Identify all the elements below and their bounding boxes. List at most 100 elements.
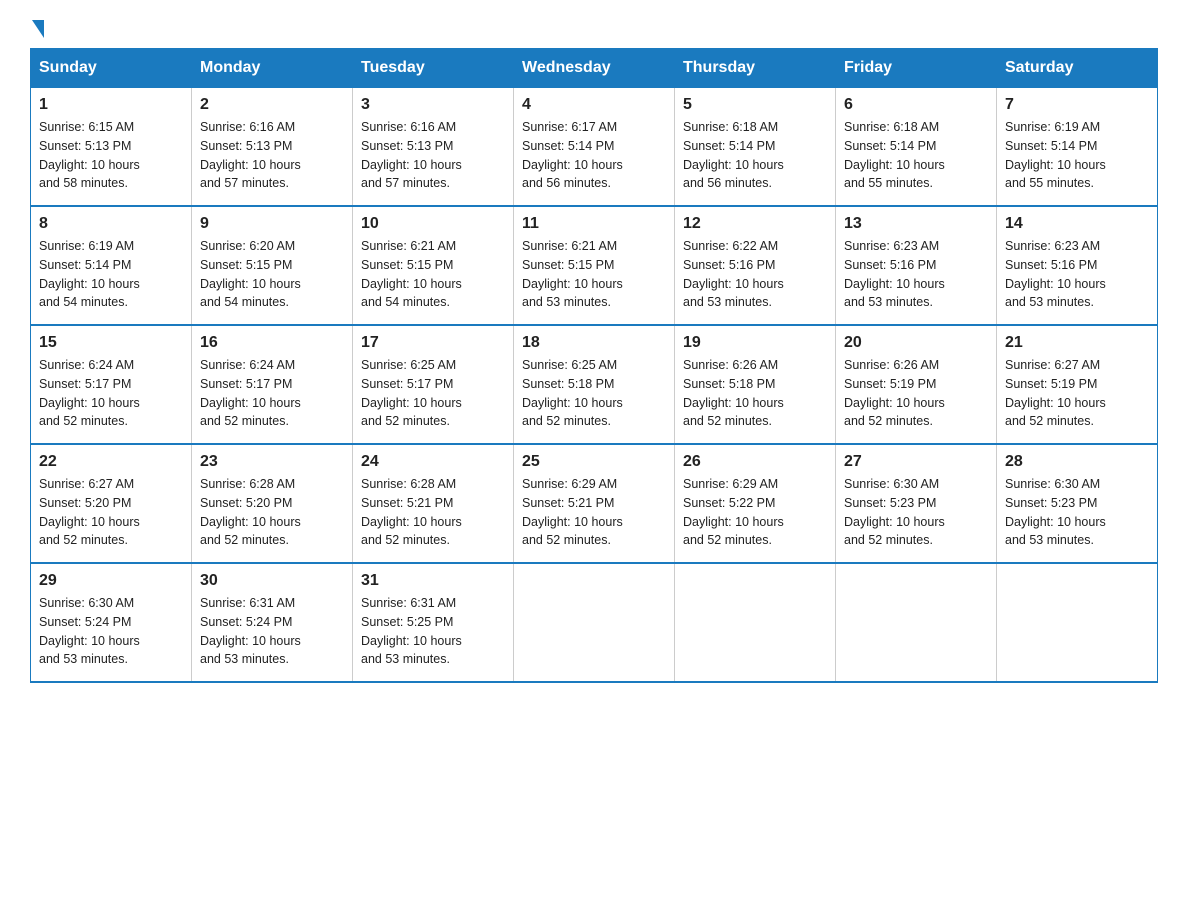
logo <box>30 20 46 38</box>
day-number: 31 <box>361 572 505 590</box>
day-number: 1 <box>39 96 183 114</box>
calendar-cell: 25 Sunrise: 6:29 AMSunset: 5:21 PMDaylig… <box>514 444 675 563</box>
calendar-cell <box>997 563 1158 682</box>
calendar-cell: 30 Sunrise: 6:31 AMSunset: 5:24 PMDaylig… <box>192 563 353 682</box>
calendar-cell: 29 Sunrise: 6:30 AMSunset: 5:24 PMDaylig… <box>31 563 192 682</box>
calendar-cell: 15 Sunrise: 6:24 AMSunset: 5:17 PMDaylig… <box>31 325 192 444</box>
calendar-cell: 22 Sunrise: 6:27 AMSunset: 5:20 PMDaylig… <box>31 444 192 563</box>
day-info: Sunrise: 6:15 AMSunset: 5:13 PMDaylight:… <box>39 118 183 193</box>
calendar-cell: 12 Sunrise: 6:22 AMSunset: 5:16 PMDaylig… <box>675 206 836 325</box>
day-number: 27 <box>844 453 988 471</box>
page-header <box>30 20 1158 38</box>
day-number: 21 <box>1005 334 1149 352</box>
day-info: Sunrise: 6:18 AMSunset: 5:14 PMDaylight:… <box>683 118 827 193</box>
day-number: 13 <box>844 215 988 233</box>
calendar-header-row: SundayMondayTuesdayWednesdayThursdayFrid… <box>31 49 1158 88</box>
day-info: Sunrise: 6:31 AMSunset: 5:25 PMDaylight:… <box>361 594 505 669</box>
calendar-cell: 1 Sunrise: 6:15 AMSunset: 5:13 PMDayligh… <box>31 88 192 207</box>
calendar-cell: 19 Sunrise: 6:26 AMSunset: 5:18 PMDaylig… <box>675 325 836 444</box>
day-info: Sunrise: 6:20 AMSunset: 5:15 PMDaylight:… <box>200 237 344 312</box>
col-header-thursday: Thursday <box>675 49 836 88</box>
calendar-cell: 11 Sunrise: 6:21 AMSunset: 5:15 PMDaylig… <box>514 206 675 325</box>
calendar-cell: 3 Sunrise: 6:16 AMSunset: 5:13 PMDayligh… <box>353 88 514 207</box>
day-info: Sunrise: 6:16 AMSunset: 5:13 PMDaylight:… <box>361 118 505 193</box>
day-number: 28 <box>1005 453 1149 471</box>
day-number: 6 <box>844 96 988 114</box>
calendar-cell <box>675 563 836 682</box>
day-info: Sunrise: 6:30 AMSunset: 5:24 PMDaylight:… <box>39 594 183 669</box>
calendar-cell: 23 Sunrise: 6:28 AMSunset: 5:20 PMDaylig… <box>192 444 353 563</box>
day-number: 30 <box>200 572 344 590</box>
day-number: 29 <box>39 572 183 590</box>
day-info: Sunrise: 6:19 AMSunset: 5:14 PMDaylight:… <box>1005 118 1149 193</box>
calendar-cell: 20 Sunrise: 6:26 AMSunset: 5:19 PMDaylig… <box>836 325 997 444</box>
col-header-wednesday: Wednesday <box>514 49 675 88</box>
calendar-cell: 4 Sunrise: 6:17 AMSunset: 5:14 PMDayligh… <box>514 88 675 207</box>
calendar-cell: 5 Sunrise: 6:18 AMSunset: 5:14 PMDayligh… <box>675 88 836 207</box>
day-number: 15 <box>39 334 183 352</box>
day-number: 23 <box>200 453 344 471</box>
day-info: Sunrise: 6:28 AMSunset: 5:21 PMDaylight:… <box>361 475 505 550</box>
calendar-cell: 2 Sunrise: 6:16 AMSunset: 5:13 PMDayligh… <box>192 88 353 207</box>
day-number: 3 <box>361 96 505 114</box>
day-number: 5 <box>683 96 827 114</box>
day-info: Sunrise: 6:31 AMSunset: 5:24 PMDaylight:… <box>200 594 344 669</box>
day-info: Sunrise: 6:30 AMSunset: 5:23 PMDaylight:… <box>844 475 988 550</box>
day-info: Sunrise: 6:26 AMSunset: 5:18 PMDaylight:… <box>683 356 827 431</box>
calendar-cell: 24 Sunrise: 6:28 AMSunset: 5:21 PMDaylig… <box>353 444 514 563</box>
calendar-cell: 18 Sunrise: 6:25 AMSunset: 5:18 PMDaylig… <box>514 325 675 444</box>
day-number: 22 <box>39 453 183 471</box>
day-number: 26 <box>683 453 827 471</box>
calendar-cell: 8 Sunrise: 6:19 AMSunset: 5:14 PMDayligh… <box>31 206 192 325</box>
day-number: 25 <box>522 453 666 471</box>
day-info: Sunrise: 6:25 AMSunset: 5:18 PMDaylight:… <box>522 356 666 431</box>
day-number: 18 <box>522 334 666 352</box>
day-number: 17 <box>361 334 505 352</box>
calendar-table: SundayMondayTuesdayWednesdayThursdayFrid… <box>30 48 1158 683</box>
calendar-cell: 31 Sunrise: 6:31 AMSunset: 5:25 PMDaylig… <box>353 563 514 682</box>
day-number: 2 <box>200 96 344 114</box>
day-info: Sunrise: 6:25 AMSunset: 5:17 PMDaylight:… <box>361 356 505 431</box>
day-info: Sunrise: 6:29 AMSunset: 5:21 PMDaylight:… <box>522 475 666 550</box>
calendar-week-row: 22 Sunrise: 6:27 AMSunset: 5:20 PMDaylig… <box>31 444 1158 563</box>
calendar-cell: 9 Sunrise: 6:20 AMSunset: 5:15 PMDayligh… <box>192 206 353 325</box>
day-info: Sunrise: 6:18 AMSunset: 5:14 PMDaylight:… <box>844 118 988 193</box>
day-info: Sunrise: 6:28 AMSunset: 5:20 PMDaylight:… <box>200 475 344 550</box>
calendar-cell <box>514 563 675 682</box>
day-number: 12 <box>683 215 827 233</box>
calendar-cell: 27 Sunrise: 6:30 AMSunset: 5:23 PMDaylig… <box>836 444 997 563</box>
col-header-monday: Monday <box>192 49 353 88</box>
calendar-cell: 16 Sunrise: 6:24 AMSunset: 5:17 PMDaylig… <box>192 325 353 444</box>
day-number: 4 <box>522 96 666 114</box>
day-info: Sunrise: 6:16 AMSunset: 5:13 PMDaylight:… <box>200 118 344 193</box>
day-info: Sunrise: 6:22 AMSunset: 5:16 PMDaylight:… <box>683 237 827 312</box>
day-number: 14 <box>1005 215 1149 233</box>
logo-arrow-icon <box>32 20 44 38</box>
day-info: Sunrise: 6:21 AMSunset: 5:15 PMDaylight:… <box>522 237 666 312</box>
day-info: Sunrise: 6:24 AMSunset: 5:17 PMDaylight:… <box>39 356 183 431</box>
day-number: 16 <box>200 334 344 352</box>
day-info: Sunrise: 6:27 AMSunset: 5:20 PMDaylight:… <box>39 475 183 550</box>
calendar-week-row: 1 Sunrise: 6:15 AMSunset: 5:13 PMDayligh… <box>31 88 1158 207</box>
day-info: Sunrise: 6:29 AMSunset: 5:22 PMDaylight:… <box>683 475 827 550</box>
col-header-sunday: Sunday <box>31 49 192 88</box>
day-info: Sunrise: 6:17 AMSunset: 5:14 PMDaylight:… <box>522 118 666 193</box>
day-number: 10 <box>361 215 505 233</box>
day-number: 20 <box>844 334 988 352</box>
day-info: Sunrise: 6:24 AMSunset: 5:17 PMDaylight:… <box>200 356 344 431</box>
day-number: 24 <box>361 453 505 471</box>
day-number: 8 <box>39 215 183 233</box>
col-header-friday: Friday <box>836 49 997 88</box>
day-number: 19 <box>683 334 827 352</box>
day-number: 11 <box>522 215 666 233</box>
calendar-cell: 17 Sunrise: 6:25 AMSunset: 5:17 PMDaylig… <box>353 325 514 444</box>
col-header-tuesday: Tuesday <box>353 49 514 88</box>
calendar-cell <box>836 563 997 682</box>
day-info: Sunrise: 6:21 AMSunset: 5:15 PMDaylight:… <box>361 237 505 312</box>
col-header-saturday: Saturday <box>997 49 1158 88</box>
day-info: Sunrise: 6:23 AMSunset: 5:16 PMDaylight:… <box>1005 237 1149 312</box>
calendar-cell: 14 Sunrise: 6:23 AMSunset: 5:16 PMDaylig… <box>997 206 1158 325</box>
day-info: Sunrise: 6:27 AMSunset: 5:19 PMDaylight:… <box>1005 356 1149 431</box>
day-info: Sunrise: 6:23 AMSunset: 5:16 PMDaylight:… <box>844 237 988 312</box>
day-info: Sunrise: 6:19 AMSunset: 5:14 PMDaylight:… <box>39 237 183 312</box>
